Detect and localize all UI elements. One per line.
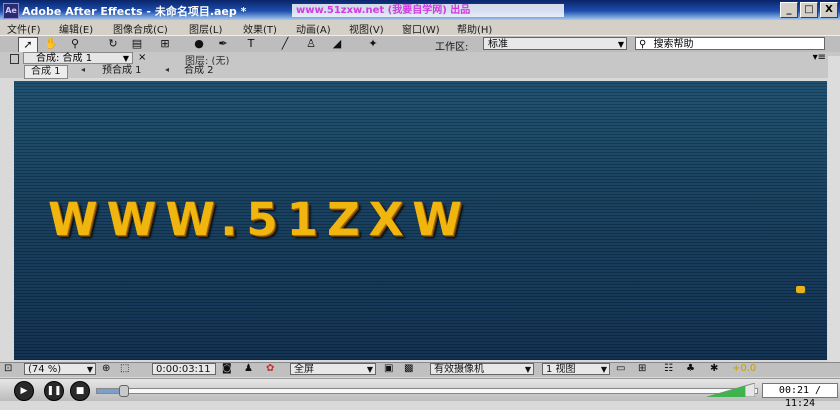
search-icon: ⚲ bbox=[639, 39, 647, 50]
menu-effect[interactable]: 效果(T) bbox=[243, 21, 277, 36]
transparency-grid-icon[interactable]: ▩ bbox=[404, 363, 413, 375]
seek-handle[interactable] bbox=[119, 385, 130, 397]
workspace-select[interactable]: 标准 ▼ bbox=[483, 37, 627, 50]
menu-edit[interactable]: 编辑(E) bbox=[59, 21, 93, 36]
current-time[interactable]: 0:00:03:11 bbox=[152, 363, 216, 375]
type-tool-icon[interactable]: T bbox=[242, 37, 260, 51]
pen-tool-icon[interactable]: ✒ bbox=[214, 37, 232, 51]
menu-composition[interactable]: 图像合成(C) bbox=[113, 21, 168, 36]
chevron-down-icon: ▼ bbox=[600, 365, 607, 374]
title-bar: Ae Adobe After Effects - 未命名项目.aep * www… bbox=[0, 0, 840, 20]
zoom-select[interactable]: (74 %) ▼ bbox=[24, 363, 96, 375]
breadcrumb: 合成 1 ◂ 预合成 1 ◂ 合成 2 bbox=[0, 65, 840, 79]
viewer-controls: ⊡ (74 %) ▼ ⊕ ⬚ 0:00:03:11 ◙ ♟ ✿ 全屏 ▼ ▣ ▩… bbox=[0, 362, 840, 377]
menu-file[interactable]: 文件(F) bbox=[7, 21, 41, 36]
camera-value: 有效摄像机 bbox=[434, 364, 484, 375]
zoom-tool-icon[interactable]: ⚲ bbox=[66, 37, 84, 51]
stop-icon[interactable]: ■ bbox=[70, 381, 90, 401]
window-title: Adobe After Effects - 未命名项目.aep * bbox=[22, 5, 247, 18]
eraser-tool-icon[interactable]: ◢ bbox=[328, 37, 346, 51]
close-button[interactable]: X bbox=[820, 2, 838, 18]
chevron-down-icon: ▼ bbox=[366, 365, 373, 374]
chevron-left-icon: ◂ bbox=[81, 65, 86, 74]
watermark-text: www.51zxw.net (我要自学网) 出品 bbox=[292, 4, 564, 17]
composition-viewer[interactable]: WWW.51ZXW bbox=[14, 81, 827, 360]
menu-bar: 文件(F) 编辑(E) 图像合成(C) 图层(L) 效果(T) 动画(A) 视图… bbox=[0, 20, 840, 36]
resolution-value: 全屏 bbox=[294, 364, 314, 375]
chevron-down-icon: ▼ bbox=[86, 365, 93, 374]
selection-tool-icon[interactable]: ➚ bbox=[18, 37, 38, 53]
help-search-input[interactable]: ⚲ 搜索帮助 bbox=[635, 37, 825, 50]
menu-animation[interactable]: 动画(A) bbox=[296, 21, 331, 36]
panel-scrollbar[interactable] bbox=[828, 56, 840, 362]
volume-slider[interactable] bbox=[707, 383, 755, 397]
brush-tool-icon[interactable]: ╱ bbox=[276, 37, 294, 51]
fast-previews-icon[interactable]: ⊞ bbox=[638, 363, 646, 375]
close-tab-icon[interactable]: × bbox=[138, 52, 146, 63]
pixel-aspect-icon[interactable]: ▭ bbox=[616, 363, 625, 375]
clone-tool-icon[interactable]: ♙ bbox=[302, 37, 320, 51]
minimize-button[interactable]: _ bbox=[780, 2, 798, 18]
breadcrumb-item[interactable]: 预合成 1 bbox=[102, 65, 142, 77]
resolution-select[interactable]: 全屏 ▼ bbox=[290, 363, 376, 375]
timeline-icon[interactable]: ☷ bbox=[664, 363, 673, 375]
composition-text-layer: WWW.51ZXW bbox=[48, 193, 471, 246]
particle-shape bbox=[796, 286, 805, 293]
rotate-tool-icon[interactable]: ↻ bbox=[104, 37, 122, 51]
exposure-icon[interactable]: ✱ bbox=[710, 363, 718, 375]
menu-layer[interactable]: 图层(L) bbox=[189, 21, 222, 36]
region-of-interest-icon[interactable]: ▣ bbox=[384, 363, 393, 375]
view-layout-value: 1 视图 bbox=[546, 364, 576, 375]
show-snapshot-icon[interactable]: ♟ bbox=[244, 363, 253, 375]
breadcrumb-item[interactable]: 合成 1 bbox=[24, 65, 68, 79]
exposure-value[interactable]: +0.0 bbox=[732, 363, 756, 375]
playback-time: 00:21 / 11:24 bbox=[762, 383, 838, 409]
workspace-label: 工作区: bbox=[435, 42, 469, 53]
pan-behind-tool-icon[interactable]: ⊞ bbox=[156, 37, 174, 51]
chevron-left-icon: ◂ bbox=[165, 65, 170, 74]
workspace-value: 标准 bbox=[488, 39, 508, 50]
snapshot-icon[interactable]: ◙ bbox=[222, 363, 232, 375]
menu-view[interactable]: 视图(V) bbox=[349, 21, 384, 36]
maximize-button[interactable]: □ bbox=[800, 2, 818, 18]
always-preview-icon[interactable]: ⊡ bbox=[4, 363, 12, 375]
flowchart-icon[interactable]: ♣ bbox=[686, 363, 695, 375]
lock-icon[interactable] bbox=[10, 54, 19, 64]
chevron-down-icon: ▼ bbox=[524, 365, 531, 374]
search-placeholder: 搜索帮助 bbox=[653, 39, 694, 50]
camera-select[interactable]: 有效摄像机 ▼ bbox=[430, 363, 534, 375]
tab-composition[interactable]: 合成: 合成 1 ▼ bbox=[23, 52, 133, 64]
camera-tool-icon[interactable]: ▤ bbox=[128, 37, 146, 51]
channel-icon[interactable]: ✿ bbox=[266, 363, 274, 375]
breadcrumb-item[interactable]: 合成 2 bbox=[184, 65, 214, 77]
puppet-tool-icon[interactable]: ✦ bbox=[364, 37, 382, 51]
menu-window[interactable]: 窗口(W) bbox=[402, 21, 440, 36]
app-logo-icon: Ae bbox=[3, 3, 19, 19]
chevron-down-icon[interactable]: ▼ bbox=[123, 53, 129, 65]
seek-bar[interactable] bbox=[96, 385, 758, 397]
view-layout-select[interactable]: 1 视图 ▼ bbox=[542, 363, 610, 375]
viewer-panel-header: 合成: 合成 1 ▼ × 图层: (无) ▾≡ bbox=[0, 52, 840, 67]
mask-visibility-icon[interactable]: ⬚ bbox=[120, 363, 129, 375]
media-player-controls: ▶ ❚❚ ■ 00:21 / 11:24 bbox=[0, 378, 840, 409]
menu-help[interactable]: 帮助(H) bbox=[457, 21, 492, 36]
play-icon[interactable]: ▶ bbox=[14, 381, 34, 401]
panel-menu-icon[interactable]: ▾≡ bbox=[813, 52, 826, 63]
tab-composition-label: 合成: 合成 1 bbox=[36, 53, 93, 64]
safe-zones-icon[interactable]: ⊕ bbox=[102, 363, 110, 375]
mask-tool-icon[interactable]: ● bbox=[190, 37, 208, 51]
zoom-value: (74 %) bbox=[28, 364, 62, 375]
pause-icon[interactable]: ❚❚ bbox=[44, 381, 64, 401]
chevron-down-icon: ▼ bbox=[617, 40, 624, 49]
hand-tool-icon[interactable]: ✋ bbox=[42, 37, 60, 51]
